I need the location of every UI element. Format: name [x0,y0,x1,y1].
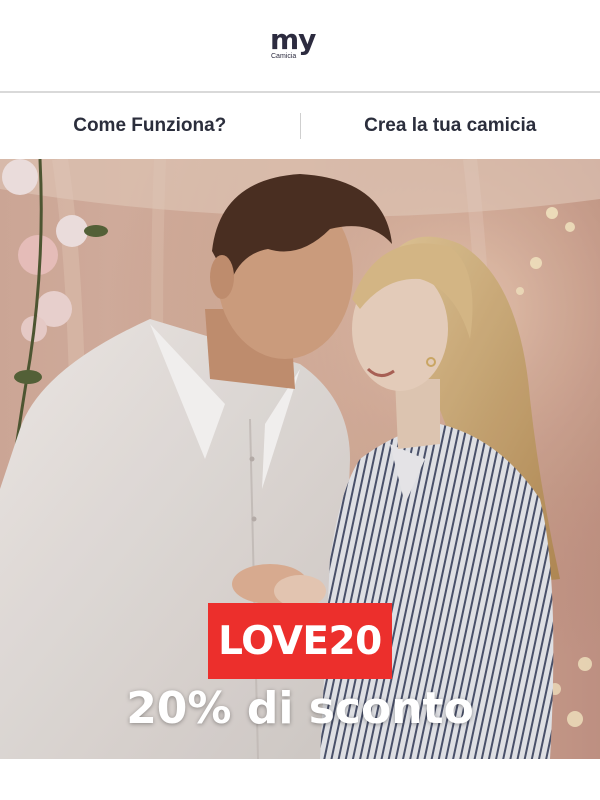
main-nav: Come Funziona? Crea la tua camicia [0,93,600,159]
logo-text: my [270,22,316,56]
hero-banner[interactable]: LOVE20 20% di sconto [0,159,600,759]
nav-link-come-funziona[interactable]: Come Funziona? [0,115,300,137]
logo-subtext: Camicia [271,52,297,60]
nav-link-crea-camicia[interactable]: Crea la tua camicia [301,115,600,137]
email-page: my Camicia Come Funziona? Crea la tua ca… [0,0,600,800]
promo-code: LOVE20 [218,618,382,664]
promo-discount-text: 20% di sconto [126,683,474,734]
bottom-spacer [0,759,600,800]
promo-code-badge[interactable]: LOVE20 [208,603,392,679]
header: my Camicia [0,0,600,91]
brand-logo[interactable]: my Camicia [270,22,330,66]
